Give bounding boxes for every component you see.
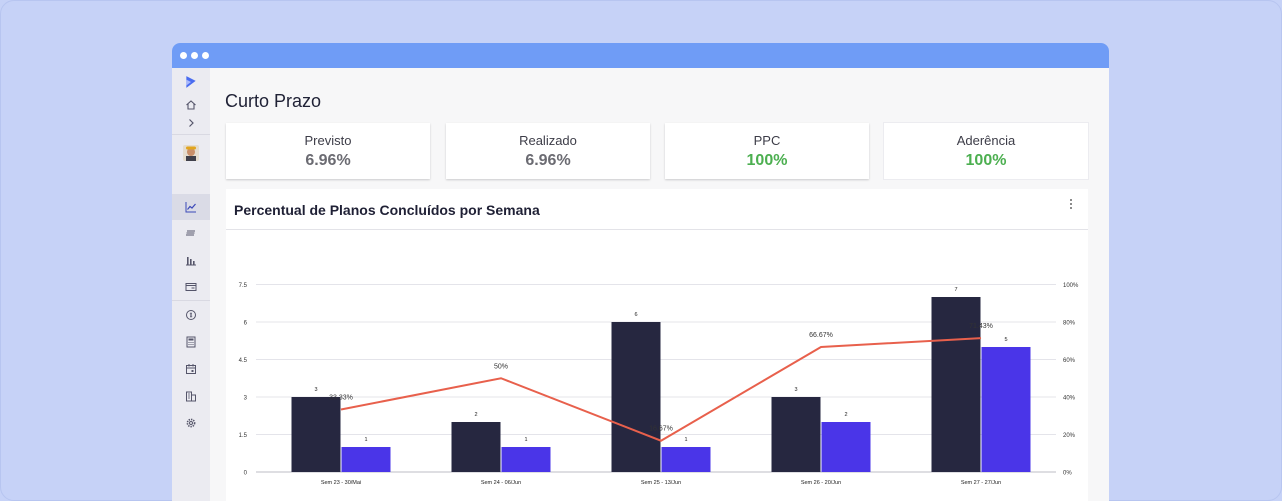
window-dot-2[interactable] xyxy=(191,52,198,59)
y-left-tick-label: 6 xyxy=(244,321,248,327)
kpi-card-previsto: Previsto 6.96% xyxy=(226,123,430,179)
calculator-icon[interactable] xyxy=(181,332,201,352)
card-icon[interactable] xyxy=(181,277,201,297)
settings-icon[interactable] xyxy=(181,413,201,433)
x-tick-label: Sem 25 - 13/Jun xyxy=(641,480,681,486)
kpi-value: 6.96% xyxy=(305,152,351,169)
kpi-label: Previsto xyxy=(304,133,352,148)
kpi-value: 100% xyxy=(965,152,1007,169)
kpi-label: Aderência xyxy=(956,133,1016,148)
y-right-tick-label: 80% xyxy=(1063,321,1076,327)
trend-chart-icon[interactable] xyxy=(181,197,201,217)
bar-value-label: 7 xyxy=(954,287,957,293)
kpi-label: Realizado xyxy=(519,133,577,148)
bar-series-1 xyxy=(771,397,821,472)
bar-value-label: 3 xyxy=(314,387,317,393)
building-icon[interactable] xyxy=(181,386,201,406)
bar-series-2 xyxy=(821,422,871,472)
line-value-label: 33.33% xyxy=(329,395,353,402)
bar-series-2 xyxy=(501,447,551,472)
bar-series-2 xyxy=(341,447,391,472)
kpi-card-aderencia: Aderência 100% xyxy=(884,123,1088,179)
bar-series-2 xyxy=(981,347,1031,472)
chevron-right-icon[interactable] xyxy=(181,113,201,133)
x-tick-label: Sem 26 - 20/Jun xyxy=(801,480,841,486)
window-dot-1[interactable] xyxy=(180,52,187,59)
bar-series-1 xyxy=(451,422,501,472)
bar-value-label: 2 xyxy=(844,412,847,418)
bar-value-label: 3 xyxy=(794,387,797,393)
line-value-label: 71.43% xyxy=(969,323,993,330)
bar-series-1 xyxy=(611,322,661,472)
avatar[interactable] xyxy=(181,143,201,163)
y-left-tick-label: 3 xyxy=(244,396,248,402)
y-right-tick-label: 0% xyxy=(1063,471,1072,477)
bar-value-label: 6 xyxy=(634,312,637,318)
page-title: Curto Prazo xyxy=(225,91,322,111)
line-value-label: 66.67% xyxy=(809,332,833,339)
y-left-tick-label: 4.5 xyxy=(239,358,248,364)
y-left-tick-label: 1.5 xyxy=(239,433,248,439)
logo-icon[interactable] xyxy=(181,72,201,92)
bar-series-2 xyxy=(661,447,711,472)
x-tick-label: Sem 27 - 27/Jun xyxy=(961,480,1001,486)
bar-value-label: 1 xyxy=(684,437,687,443)
combo-chart: 0 1.5 3 4.5 6 7.5 0% 20% 40% 60% 80% 100% 3 1 Sem 23 -… xyxy=(239,283,1079,486)
kpi-value: 6.96% xyxy=(525,152,571,169)
kpi-value: 100% xyxy=(746,152,788,169)
bar-value-label: 5 xyxy=(1004,337,1007,343)
sidebar-divider xyxy=(172,300,210,301)
y-right-tick-label: 20% xyxy=(1063,433,1076,439)
x-tick-label: Sem 24 - 06/Jun xyxy=(481,480,521,486)
sidebar-divider xyxy=(172,134,210,135)
kpi-card-ppc: PPC 100% xyxy=(665,123,869,179)
y-left-tick-label: 7.5 xyxy=(239,283,248,289)
line-value-label: 50% xyxy=(494,363,508,370)
y-right-tick-label: 100% xyxy=(1063,283,1079,289)
window-titlebar xyxy=(172,43,1109,68)
x-tick-label: Sem 23 - 30/Mai xyxy=(321,480,361,486)
kpi-card-realizado: Realizado 6.96% xyxy=(446,123,650,179)
y-left-tick-label: 0 xyxy=(244,471,248,477)
coin-icon[interactable] xyxy=(181,305,201,325)
bar-series-1 xyxy=(291,397,341,472)
bar-value-label: 1 xyxy=(524,437,527,443)
window-dot-3[interactable] xyxy=(202,52,209,59)
bar-value-label: 1 xyxy=(364,437,367,443)
bar-chart-icon[interactable] xyxy=(181,250,201,270)
calendar-icon[interactable] xyxy=(181,359,201,379)
home-icon[interactable] xyxy=(181,95,201,115)
y-right-tick-label: 40% xyxy=(1063,396,1076,402)
list-icon[interactable] xyxy=(181,223,201,243)
bar-value-label: 2 xyxy=(474,412,477,418)
sidebar xyxy=(172,68,210,501)
kpi-label: PPC xyxy=(753,133,781,148)
y-right-tick-label: 60% xyxy=(1063,358,1076,364)
line-value-label: 16.67% xyxy=(649,426,673,433)
app-window: Curto Prazo Previsto 6.96% Realizado 6.9… xyxy=(172,43,1109,501)
chart-card: Percentual de Planos Concluídos por Sema… xyxy=(226,189,1088,501)
